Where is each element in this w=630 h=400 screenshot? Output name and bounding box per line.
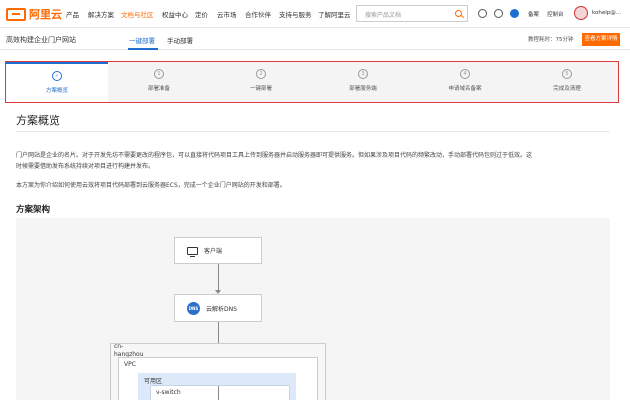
console-link[interactable]: 控制台 [547, 10, 564, 18]
step-number: 1 [154, 69, 164, 79]
monitor-icon [187, 246, 198, 257]
check-icon: ✓ [52, 71, 62, 81]
zone-label: 可用区 [144, 378, 163, 385]
search-icon[interactable] [455, 10, 462, 17]
dns-node: DNS 云解析DNS [174, 294, 262, 322]
step-one-click-deploy[interactable]: 2 一键部署 [210, 62, 312, 102]
dns-label: 云解析DNS [206, 305, 237, 313]
vswitch-label: v-switch [156, 389, 181, 396]
vpc-label: VPC [124, 361, 136, 368]
nav-benefits[interactable]: 权益中心 [162, 9, 188, 19]
doc-title: 高效构建企业门户网站 [6, 36, 76, 44]
step-label: 申请域名备案 [448, 86, 482, 92]
active-tab-underline [128, 48, 158, 50]
globe-icon[interactable] [478, 9, 487, 18]
step-number: 2 [256, 69, 266, 79]
nav-about[interactable]: 了解阿里云 [318, 9, 351, 19]
nav-docs-community[interactable]: 文档与社区 [121, 9, 154, 19]
step-domain-beian[interactable]: 4 申请域名备案 [414, 62, 516, 102]
step-number: 3 [358, 69, 368, 79]
dns-icon: DNS [187, 301, 200, 315]
client-node: 客户端 [174, 237, 262, 264]
solution-paragraph: 本方案为你介绍如何使用云效将项目代码部署到云服务器ECS，完成一个企业门户网站的… [16, 182, 286, 189]
tutorial-time-label: 教程耗时：75分钟 [528, 37, 574, 43]
doc-subheader: 高效构建企业门户网站 一键部署 手动部署 教程耗时：75分钟 查看方案详情 [0, 28, 630, 50]
avatar[interactable] [574, 6, 588, 20]
search-box[interactable]: 搜索产品文档 [356, 5, 468, 22]
region-label-line1: cn- [114, 343, 124, 350]
tab-manual-deploy[interactable]: 手动部署 [167, 35, 193, 45]
beian-link[interactable]: 备案 [528, 10, 539, 18]
cloud-shell-icon[interactable] [510, 9, 519, 18]
search-input[interactable]: 搜索产品文档 [365, 10, 401, 19]
client-label: 客户端 [204, 248, 223, 255]
view-solution-button[interactable]: 查看方案详情 [582, 33, 620, 46]
aliyun-logo-icon [6, 7, 26, 21]
step-overview[interactable]: ✓ 方案概览 [6, 62, 108, 102]
architecture-heading: 方案架构 [16, 205, 51, 215]
title-divider [16, 131, 610, 132]
step-deploy-server[interactable]: 3 部署服务端 [312, 62, 414, 102]
help-icon[interactable] [494, 9, 503, 18]
intro-paragraph-line1: 门户网站是企业的名片。对于开发先坊不需要更改的程序包，可以直接将代码项目工具上传… [16, 152, 533, 159]
step-preparation[interactable]: 1 部署准备 [108, 62, 210, 102]
step-number: 5 [562, 69, 572, 79]
nav-marketplace[interactable]: 云市场 [217, 9, 237, 19]
step-label: 部署服务端 [349, 86, 377, 92]
step-label: 部署准备 [147, 86, 170, 92]
nav-solutions[interactable]: 解决方案 [88, 9, 114, 19]
nav-pricing[interactable]: 定价 [195, 9, 208, 19]
step-label: 方案概览 [45, 88, 68, 94]
arrow-line [218, 386, 219, 400]
nav-partners[interactable]: 合作伙伴 [245, 9, 271, 19]
arrow-line [218, 264, 219, 292]
nav-support[interactable]: 支持与服务 [279, 9, 312, 19]
top-navigation: 阿里云 产品 解决方案 文档与社区 权益中心 定价 云市场 合作伙伴 支持与服务… [0, 0, 630, 28]
step-label: 完成及清理 [553, 86, 581, 92]
step-number: 4 [460, 69, 470, 79]
logo-text: 阿里云 [29, 8, 62, 21]
step-cleanup[interactable]: 5 完成及清理 [516, 62, 618, 102]
aliyun-logo[interactable]: 阿里云 [6, 7, 62, 21]
step-bar: ✓ 方案概览 1 部署准备 2 一键部署 3 部署服务端 4 申请域名备案 5 … [5, 61, 619, 103]
page-title: 方案概览 [16, 114, 60, 127]
step-label: 一键部署 [249, 86, 272, 92]
username[interactable]: kohelp@... [592, 10, 621, 16]
tab-one-click-deploy[interactable]: 一键部署 [129, 35, 155, 45]
nav-products[interactable]: 产品 [66, 9, 79, 19]
intro-paragraph-line2: 时候需要借助发布系统持续对项目进行构建并发布。 [16, 163, 155, 170]
